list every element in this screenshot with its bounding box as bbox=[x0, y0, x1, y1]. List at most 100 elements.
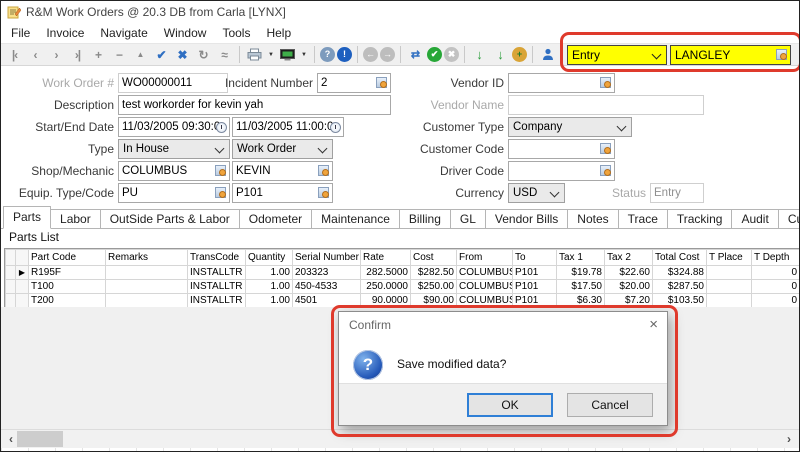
column-header[interactable]: Serial Number bbox=[293, 250, 361, 266]
tab-odometer[interactable]: Odometer bbox=[239, 209, 312, 228]
table-row[interactable]: T200INSTALLTR1.00450190.0000$90.00COLUMB… bbox=[6, 294, 800, 308]
column-header[interactable]: Quantity bbox=[246, 250, 293, 266]
cell[interactable]: $6.30 bbox=[557, 294, 605, 308]
next-record-icon[interactable]: › bbox=[47, 45, 66, 65]
cell[interactable]: P101 bbox=[513, 266, 557, 280]
cell[interactable] bbox=[707, 266, 752, 280]
cell[interactable]: R195F bbox=[29, 266, 106, 280]
column-header[interactable]: Total Cost bbox=[653, 250, 707, 266]
column-header[interactable]: TransCode bbox=[188, 250, 246, 266]
prior-record-icon[interactable]: ‹ bbox=[26, 45, 45, 65]
lookup-icon[interactable] bbox=[600, 165, 611, 176]
column-header[interactable]: From bbox=[457, 250, 513, 266]
menu-navigate[interactable]: Navigate bbox=[92, 23, 155, 43]
lookup-icon[interactable] bbox=[318, 187, 329, 198]
mechanic-field[interactable]: KEVIN bbox=[232, 161, 333, 181]
cell[interactable]: COLUMBUS bbox=[457, 280, 513, 294]
tab-gl[interactable]: GL bbox=[450, 209, 486, 228]
print-options-icon[interactable]: ▼ bbox=[266, 52, 276, 58]
equip-code-field[interactable]: P101 bbox=[232, 183, 333, 203]
description-field[interactable]: test workorder for kevin yah bbox=[118, 95, 391, 115]
cell[interactable]: $103.50 bbox=[653, 294, 707, 308]
lookup-icon[interactable] bbox=[318, 165, 329, 176]
incident-number-field[interactable]: 2 bbox=[317, 73, 391, 93]
cell[interactable]: $7.20 bbox=[605, 294, 653, 308]
info-icon[interactable]: ! bbox=[337, 47, 352, 62]
tab-trace[interactable]: Trace bbox=[618, 209, 668, 228]
type-subselect[interactable]: Work Order bbox=[232, 139, 333, 159]
preview-icon[interactable] bbox=[278, 45, 297, 65]
column-header[interactable]: Remarks bbox=[106, 250, 188, 266]
tab-maintenance[interactable]: Maintenance bbox=[311, 209, 400, 228]
lookup-icon[interactable] bbox=[376, 77, 387, 88]
cell[interactable]: P101 bbox=[513, 294, 557, 308]
navigate-back-icon[interactable]: ← bbox=[363, 47, 378, 62]
lookup-icon[interactable] bbox=[215, 165, 226, 176]
close-icon[interactable]: × bbox=[649, 314, 658, 336]
cell[interactable]: COLUMBUS bbox=[457, 266, 513, 280]
cell[interactable]: 90.0000 bbox=[361, 294, 411, 308]
column-header[interactable]: To bbox=[513, 250, 557, 266]
cell[interactable]: 450-4533 bbox=[293, 280, 361, 294]
menu-file[interactable]: File bbox=[3, 23, 38, 43]
lookup-icon[interactable] bbox=[600, 143, 611, 154]
void-icon[interactable]: ✖ bbox=[444, 47, 459, 62]
tab-notes[interactable]: Notes bbox=[567, 209, 618, 228]
customer-type-select[interactable]: Company bbox=[508, 117, 632, 137]
lookup-icon[interactable] bbox=[776, 49, 787, 60]
scroll-thumb[interactable] bbox=[17, 431, 63, 447]
import-icon[interactable]: ↓ bbox=[491, 45, 510, 65]
cell[interactable] bbox=[106, 280, 188, 294]
cell[interactable]: $282.50 bbox=[411, 266, 457, 280]
cell[interactable]: INSTALLTR bbox=[188, 294, 246, 308]
column-header[interactable]: Tax 2 bbox=[605, 250, 653, 266]
cell[interactable]: INSTALLTR bbox=[188, 266, 246, 280]
cell[interactable]: $250.00 bbox=[411, 280, 457, 294]
clock-icon[interactable] bbox=[216, 122, 227, 133]
tab-billing[interactable]: Billing bbox=[399, 209, 451, 228]
customer-code-field[interactable] bbox=[508, 139, 615, 159]
tab-vendor-bills[interactable]: Vendor Bills bbox=[485, 209, 568, 228]
cell[interactable]: 4501 bbox=[293, 294, 361, 308]
first-record-icon[interactable]: |‹ bbox=[5, 45, 24, 65]
tab-custom-def-s[interactable]: Custom Def's bbox=[778, 209, 800, 228]
clock-icon[interactable] bbox=[330, 122, 341, 133]
menu-window[interactable]: Window bbox=[156, 23, 215, 43]
cell[interactable]: P101 bbox=[513, 280, 557, 294]
cell[interactable]: 1.00 bbox=[246, 294, 293, 308]
last-record-icon[interactable]: ›| bbox=[68, 45, 87, 65]
post-edit-icon[interactable]: ✔ bbox=[152, 45, 171, 65]
tab-audit[interactable]: Audit bbox=[731, 209, 778, 228]
cell[interactable]: 0 bbox=[752, 266, 800, 280]
cell[interactable] bbox=[106, 266, 188, 280]
column-header[interactable]: Part Code bbox=[29, 250, 106, 266]
column-header[interactable]: T Place bbox=[707, 250, 752, 266]
cell[interactable] bbox=[707, 294, 752, 308]
shop-field[interactable]: COLUMBUS bbox=[118, 161, 230, 181]
lookup-icon[interactable] bbox=[215, 187, 226, 198]
lookup-icon[interactable] bbox=[600, 77, 611, 88]
cell[interactable]: COLUMBUS bbox=[457, 294, 513, 308]
print-icon[interactable] bbox=[245, 45, 264, 65]
cell[interactable]: $324.88 bbox=[653, 266, 707, 280]
column-header[interactable]: Cost bbox=[411, 250, 457, 266]
cell[interactable]: $20.00 bbox=[605, 280, 653, 294]
cancel-edit-icon[interactable]: ✖ bbox=[173, 45, 192, 65]
security-badge-icon[interactable]: + bbox=[512, 47, 527, 62]
ok-button[interactable]: OK bbox=[467, 393, 553, 417]
menu-invoice[interactable]: Invoice bbox=[38, 23, 92, 43]
cell[interactable]: 0 bbox=[752, 280, 800, 294]
vendor-id-field[interactable] bbox=[508, 73, 615, 93]
cell[interactable]: INSTALLTR bbox=[188, 280, 246, 294]
tab-parts[interactable]: Parts bbox=[3, 206, 51, 229]
cell[interactable]: $19.78 bbox=[557, 266, 605, 280]
tab-tracking[interactable]: Tracking bbox=[667, 209, 733, 228]
cell[interactable]: $90.00 bbox=[411, 294, 457, 308]
preview-options-icon[interactable]: ▼ bbox=[299, 52, 309, 58]
column-header[interactable]: Rate bbox=[361, 250, 411, 266]
driver-code-field[interactable] bbox=[508, 161, 615, 181]
mode-select[interactable]: Entry bbox=[567, 45, 667, 65]
user-icon[interactable] bbox=[538, 45, 557, 65]
cell[interactable]: 1.00 bbox=[246, 266, 293, 280]
help-icon[interactable]: ? bbox=[320, 47, 335, 62]
